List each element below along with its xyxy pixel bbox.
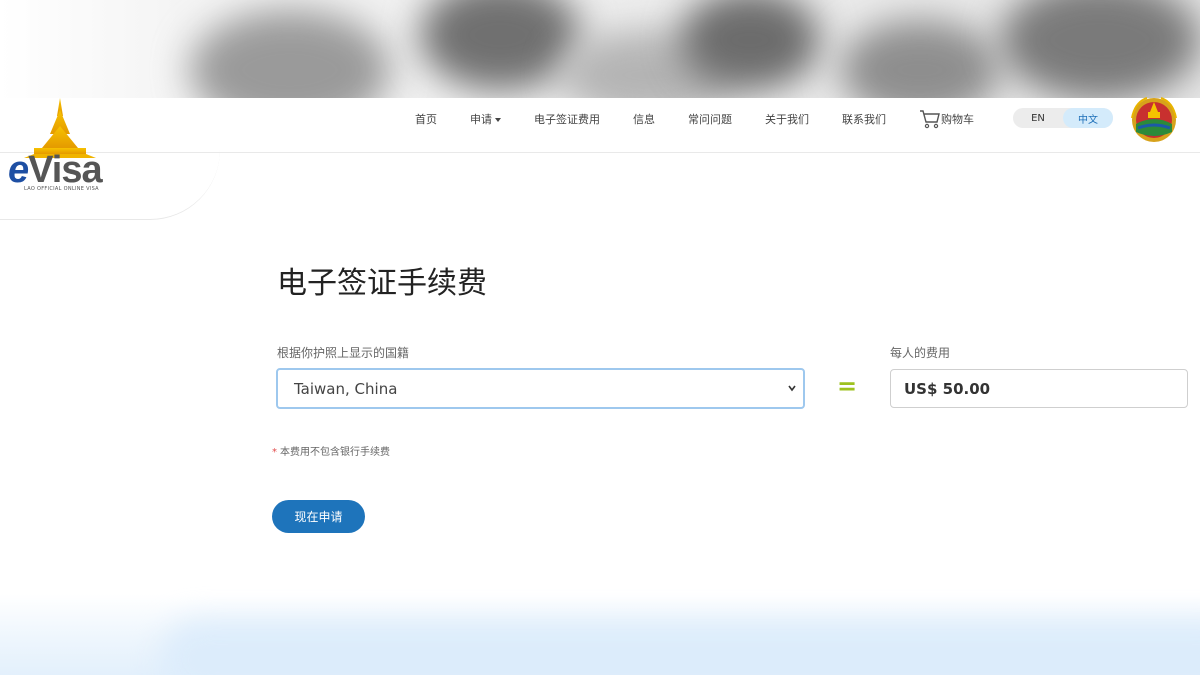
cart-link[interactable]: 购物车 [919, 109, 974, 129]
page-title: 电子签证手续费 [277, 266, 487, 301]
fee-note-text: 本费用不包含银行手续费 [280, 447, 390, 458]
nav-contact[interactable]: 联系我们 [842, 111, 886, 127]
nationality-select[interactable]: Taiwan, China [276, 368, 805, 409]
nav-apply[interactable]: 申请 [470, 111, 501, 127]
nav-faq[interactable]: 常问问题 [688, 111, 732, 127]
fee-value: US$ 50.00 [904, 379, 991, 398]
cart-label: 购物车 [941, 113, 974, 126]
footer-glow-band [160, 620, 1200, 675]
nav-apply-label: 申请 [470, 113, 492, 126]
evisa-logo[interactable]: eVisa LAO OFFICIAL ONLINE VISA [0, 92, 185, 217]
nav-home[interactable]: 首页 [415, 111, 437, 127]
fee-note: * 本费用不包含银行手续费 [272, 443, 390, 458]
required-star: * [272, 447, 277, 458]
apply-now-button[interactable]: 现在申请 [272, 500, 365, 533]
logo-subtitle: LAO OFFICIAL ONLINE VISA [24, 186, 99, 192]
equals-sign: = [837, 372, 858, 400]
lao-emblem-icon [1127, 94, 1181, 142]
nav-info[interactable]: 信息 [633, 111, 655, 127]
nav-about[interactable]: 关于我们 [765, 111, 809, 127]
lang-zh-button[interactable]: 中文 [1063, 108, 1113, 128]
logo-text: Visa [28, 149, 102, 191]
nationality-value: Taiwan, China [294, 379, 398, 398]
fee-label: 每人的费用 [890, 346, 951, 360]
fee-value-box: US$ 50.00 [890, 369, 1188, 408]
hero-banner [0, 0, 1200, 98]
caret-down-icon [495, 118, 501, 122]
language-switch: EN 中文 [1013, 108, 1113, 128]
nav-evisa-fees[interactable]: 电子签证费用 [534, 111, 600, 127]
lang-en-button[interactable]: EN [1013, 108, 1063, 128]
main-nav: 首页 申请 电子签证费用 信息 常问问题 关于我们 联系我们 购物车 [415, 98, 974, 140]
cart-icon [920, 110, 940, 129]
chevron-down-icon [788, 385, 796, 392]
nationality-label: 根据你护照上显示的国籍 [277, 346, 410, 360]
